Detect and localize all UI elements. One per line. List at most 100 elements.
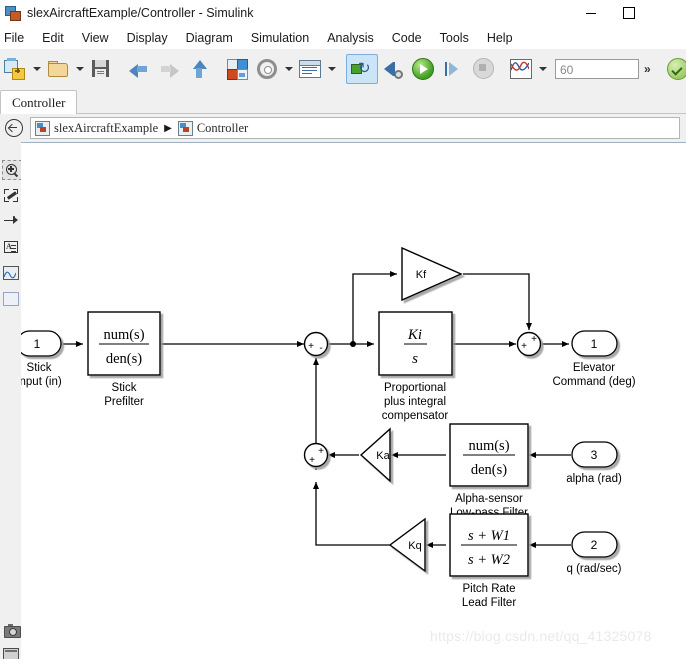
ka-gain-value: Ka [376,450,390,462]
sum-2-sign-a: + [318,446,324,457]
model-configuration-button[interactable] [252,55,282,83]
chevron-down-icon [538,66,547,71]
area-tool[interactable] [2,290,20,308]
arrow-right-icon [159,60,179,78]
breadcrumb-item-controller[interactable]: Controller [197,121,248,136]
menu-edit[interactable]: Edit [33,29,73,47]
library-browser-button[interactable] [222,55,252,83]
menu-help[interactable]: Help [478,29,522,47]
alpha-filter-numerator: num(s) [468,438,509,454]
block-pi-compensator[interactable]: Ki s [378,311,453,376]
camera-tool[interactable] [2,621,21,639]
property-inspector-dropdown[interactable] [325,55,338,83]
sum-block-2[interactable]: + + [303,442,329,468]
sum-block-3[interactable]: + + [516,331,542,357]
menu-code[interactable]: Code [383,29,431,47]
new-model-button[interactable] [0,55,30,83]
pi-compensator-numerator: Ki [407,327,422,343]
stick-prefilter-numerator: num(s) [103,327,144,343]
toolbar-overflow-button[interactable]: » [639,62,655,76]
breadcrumb-separator-icon: ▶ [164,122,172,134]
block-ka-gain[interactable]: Ka [359,427,391,483]
menu-file[interactable]: File [0,29,33,47]
inport-block-2[interactable]: 2 [571,531,618,558]
scope-wave-svg [511,61,530,71]
up-to-parent-button[interactable] [184,55,214,83]
menu-simulation[interactable]: Simulation [242,29,318,47]
title-bar: slexAircraftExample/Controller - Simulin… [0,0,686,26]
model-advisor-button[interactable] [663,55,686,83]
block-kf-gain[interactable]: Kf [401,246,463,302]
chevron-down-icon [327,66,336,71]
gear-icon [257,58,277,79]
pi-compensator-label-line1: Proportional [384,382,446,394]
open-model-dropdown[interactable] [73,55,86,83]
minimize-button[interactable] [572,0,610,26]
block-stick-prefilter[interactable]: num(s) den(s) [87,311,161,376]
block-pitch-filter[interactable]: s + W1 s + W2 [449,513,529,577]
alpha-filter-label-line1: Alpha-sensor [455,493,523,505]
stick-prefilter-denominator: den(s) [106,351,142,367]
inport-number: 1 [34,337,41,351]
kf-gain-value: Kf [416,269,427,281]
open-model-button[interactable] [43,55,73,83]
inport-block-1[interactable]: 1 [21,330,62,357]
fit-to-view-tool[interactable] [2,186,20,204]
camera-icon [3,624,21,638]
menu-analysis[interactable]: Analysis [318,29,383,47]
run-play-icon [412,57,434,80]
scope-icon [3,266,19,280]
library-grid-icon [226,58,248,80]
property-inspector-button[interactable] [295,55,325,83]
model-canvas[interactable]: 1 Stick Input (in) num(s) den(s) Stick P… [21,142,686,659]
toolbar: ↻ 60 » [0,49,686,89]
stick-prefilter-label-line2: Prefilter [104,396,144,408]
tab-controller[interactable]: Controller [0,90,78,115]
back-button[interactable] [124,55,154,83]
tab-strip: Controller [0,88,686,115]
inport-block-3[interactable]: 3 [571,441,618,468]
breadcrumb-item-model[interactable]: slexAircraftExample [54,121,158,136]
area-rectangle-icon [3,292,19,306]
menu-tools[interactable]: Tools [431,29,478,47]
navigate-back-icon[interactable] [5,119,23,137]
close-button[interactable] [648,0,686,26]
menu-view[interactable]: View [73,29,118,47]
zoom-tool[interactable] [2,160,22,180]
signal-tool[interactable] [2,212,20,230]
stop-icon [472,58,494,79]
run-button[interactable] [408,55,438,83]
simulation-stop-time-input[interactable]: 60 [555,58,639,79]
forward-button[interactable] [154,55,184,83]
pitch-filter-label-line1: Pitch Rate [462,583,515,595]
update-model-button[interactable]: ↻ [346,53,378,84]
annotation-tool[interactable]: A [2,238,20,256]
sum-block-1[interactable]: + - [303,331,329,357]
simulation-data-inspector-button[interactable] [506,55,536,83]
new-model-dropdown[interactable] [30,55,43,83]
inport-1-label-line1: Stick [27,362,52,374]
simulink-window: slexAircraftExample/Controller - Simulin… [0,0,686,659]
menu-diagram[interactable]: Diagram [177,29,242,47]
model-configuration-dropdown[interactable] [282,55,295,83]
menu-display[interactable]: Display [118,29,177,47]
pi-compensator-label-line2: plus integral [384,396,446,408]
save-model-button[interactable] [86,55,116,83]
sum-2-sign-b: + [309,455,315,466]
step-back-button[interactable] [378,55,408,83]
pitch-filter-numerator: s + W1 [468,528,510,544]
outport-block-1[interactable]: 1 [571,330,618,357]
inport-3-number: 3 [591,448,598,462]
block-kq-gain[interactable]: Kq [388,517,426,573]
step-forward-button[interactable] [438,55,468,83]
outport-1-label-line2: Command (deg) [552,376,635,388]
alpha-filter-denominator: den(s) [471,462,507,478]
window-tool[interactable] [2,645,20,659]
block-alpha-filter[interactable]: num(s) den(s) [449,423,529,487]
scope-tool[interactable] [2,264,20,282]
simulation-data-inspector-dropdown[interactable] [536,55,549,83]
inport-3-label: alpha (rad) [566,473,622,485]
maximize-button[interactable] [610,0,648,26]
inport-2-label: q (rad/sec) [567,563,622,575]
stop-button[interactable] [468,55,498,83]
